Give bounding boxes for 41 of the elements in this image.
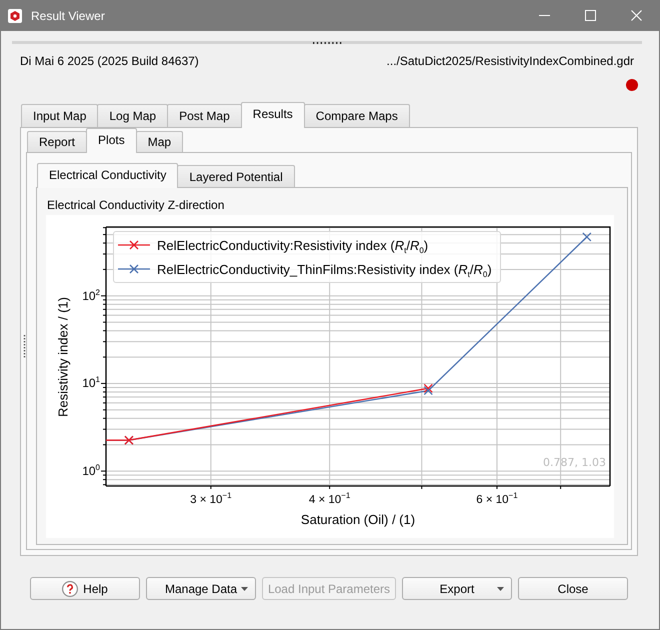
tab[interactable]: Results [240,102,305,128]
legend-label: RelElectricConductivity:Resistivity index (R$_{t}$/R$_{0}$) [157,238,428,252]
dropdown-button[interactable]: Export [402,577,512,600]
x-axis-label: Saturation (Oil) / (1) [300,512,416,527]
file-path-text: .../SatuDict2025/ResistivityIndexCombined.gdr [386,54,634,68]
help-button[interactable]: Help [30,577,140,600]
tab[interactable]: Plots [86,128,137,153]
y-tick-label: 10$^{2}$ [82,288,100,303]
tab[interactable]: Post Map [167,104,242,127]
data-point [124,436,134,445]
x-tick-label: 4 × 10$^{−1}$ [308,493,350,507]
cursor-coordinates: 0.787, 1.03 [543,456,606,469]
status-dot-icon [626,79,638,91]
y-tick-label: 10$^{1}$ [82,376,100,390]
close-icon[interactable] [630,10,642,21]
caret-icon [241,587,248,591]
y-tick-label: 10$^{0}$ [82,464,100,478]
tab[interactable]: Input Map [21,104,98,127]
build-info-text: Di Mai 6 2025 (2025 Build 84637) [20,54,199,68]
dropdown-button[interactable]: Manage Data [146,577,256,600]
tab[interactable]: Electrical Conductivity [37,163,178,188]
tab[interactable]: Log Map [97,104,168,127]
caret-icon [497,587,504,591]
tab[interactable]: Compare Maps [304,104,410,127]
tab[interactable]: Report [27,131,88,152]
tab[interactable]: Map [136,131,184,152]
data-point [424,384,433,393]
help-icon [62,580,78,596]
app-logo-icon [8,8,22,22]
x-tick-label: 3 × 10$^{−1}$ [190,493,232,507]
tab[interactable]: Layered Potential [177,165,295,187]
window-title: Result Viewer [31,8,105,22]
y-axis-label: Resistivity index / (1) [56,296,70,416]
push-button[interactable]: Close [518,577,628,600]
minimize-icon[interactable] [538,15,550,16]
x-tick-label: 6 × 10$^{−1}$ [476,493,518,507]
maximize-icon[interactable] [584,10,596,21]
data-point [582,232,592,242]
legend-label: RelElectricConductivity_ThinFilms:Resistivity index (R$_{t}$/R$_{0}$) [157,262,492,276]
plot-title: Electrical Conductivity Z-direction [46,198,226,212]
data-point [424,386,433,396]
